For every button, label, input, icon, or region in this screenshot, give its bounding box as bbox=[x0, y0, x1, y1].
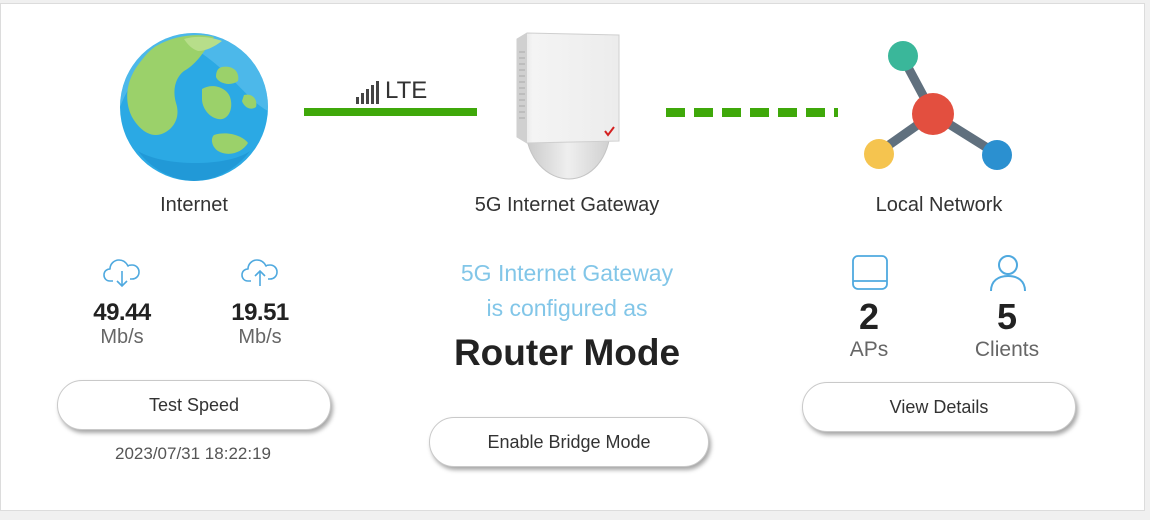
test-speed-button[interactable]: Test Speed bbox=[57, 380, 331, 430]
cloud-download-icon bbox=[103, 259, 140, 288]
current-mode: Router Mode bbox=[453, 332, 681, 373]
cloud-upload-icon bbox=[241, 259, 278, 286]
gateway-device-icon bbox=[516, 32, 620, 180]
ap-label: APs bbox=[849, 338, 889, 361]
gateway-label: 5G Internet Gateway bbox=[474, 194, 660, 216]
upload-speed-value: 19.51 bbox=[231, 299, 289, 326]
ap-count: 2 bbox=[858, 296, 880, 337]
download-speed-value: 49.44 bbox=[93, 299, 151, 326]
enable-bridge-mode-button[interactable]: Enable Bridge Mode bbox=[429, 417, 709, 467]
client-label: Clients bbox=[974, 338, 1040, 361]
lan-connection-line bbox=[666, 108, 838, 117]
lte-indicator: LTE bbox=[356, 78, 427, 104]
mode-description-line1: 5G Internet Gateway bbox=[460, 260, 674, 286]
network-status-card: LTE Internet 5G Internet Gateway Local N… bbox=[0, 3, 1145, 511]
signal-strength-icon bbox=[356, 80, 379, 104]
internet-label: Internet bbox=[160, 194, 228, 216]
local-network-label: Local Network bbox=[875, 194, 1003, 216]
client-count: 5 bbox=[996, 296, 1018, 337]
connection-type-label: LTE bbox=[385, 77, 428, 104]
wan-connection-line bbox=[304, 108, 477, 116]
globe-icon bbox=[120, 33, 268, 181]
upload-speed-unit: Mb/s bbox=[238, 326, 282, 348]
network-hub-icon bbox=[864, 41, 1012, 170]
download-speed-unit: Mb/s bbox=[100, 326, 144, 348]
user-icon bbox=[990, 255, 1026, 292]
last-speed-test-timestamp: 2023/07/31 18:22:19 bbox=[115, 444, 271, 463]
view-details-button[interactable]: View Details bbox=[802, 382, 1076, 432]
mode-description-line2: is configured as bbox=[486, 295, 648, 321]
access-point-icon bbox=[852, 255, 888, 290]
